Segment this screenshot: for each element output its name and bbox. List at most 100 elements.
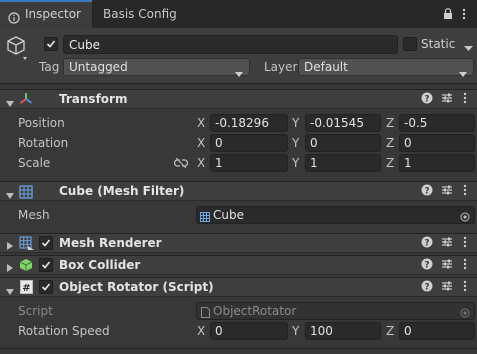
presets-icon[interactable] xyxy=(441,92,453,107)
help-icon[interactable]: ? xyxy=(421,258,433,273)
object-picker-icon[interactable] xyxy=(460,210,470,226)
tab-basis-config-label: Basis Config xyxy=(103,7,177,21)
object-rotator-title: Object Rotator (Script) xyxy=(59,280,214,294)
tab-inspector-label: Inspector xyxy=(25,7,81,21)
position-y-field[interactable]: -0.01545 xyxy=(305,114,381,132)
context-menu-icon[interactable] xyxy=(463,236,467,251)
rotation-x-field[interactable]: 0 xyxy=(210,134,288,152)
mesh-label: Mesh xyxy=(18,208,50,222)
fold-expanded-icon[interactable] xyxy=(6,96,14,110)
position-x-label: X xyxy=(197,116,206,130)
fold-expanded-icon[interactable] xyxy=(6,284,14,298)
script-file-icon xyxy=(201,306,210,322)
cube-object-icon[interactable] xyxy=(6,35,28,63)
bottom-divider xyxy=(0,348,477,349)
tag-label: Tag xyxy=(39,60,60,74)
mesh-filter-title: Cube (Mesh Filter) xyxy=(59,184,185,198)
layer-label: Layer xyxy=(264,60,298,74)
svg-text:?: ? xyxy=(424,95,429,105)
scale-z-label: Z xyxy=(386,156,395,170)
tag-value: Untagged xyxy=(69,60,128,74)
tag-dropdown[interactable]: Untagged xyxy=(63,58,250,77)
speed-y-label: Y xyxy=(292,324,300,338)
help-icon[interactable]: ? xyxy=(421,184,433,199)
help-icon[interactable]: ? xyxy=(421,236,433,251)
layer-value: Default xyxy=(304,60,348,74)
chevron-down-icon xyxy=(459,65,467,81)
mesh-field[interactable]: Cube xyxy=(196,206,475,224)
help-icon[interactable]: ? xyxy=(421,92,433,107)
position-z-label: Z xyxy=(386,116,395,130)
speed-x-field[interactable]: 0 xyxy=(210,322,288,340)
speed-z-label: Z xyxy=(386,324,395,338)
script-field: ObjectRotator xyxy=(196,302,475,320)
presets-icon[interactable] xyxy=(441,236,453,251)
mesh-renderer-enabled-checkbox[interactable] xyxy=(39,236,53,250)
info-icon xyxy=(8,8,20,24)
script-icon: # xyxy=(20,280,33,297)
name-field[interactable]: Cube xyxy=(63,35,398,54)
mesh-value: Cube xyxy=(213,208,244,222)
position-x-field[interactable]: -0.18296 xyxy=(210,114,288,132)
object-rotator-enabled-checkbox[interactable] xyxy=(39,280,53,294)
svg-text:?: ? xyxy=(424,283,429,293)
fold-collapsed-icon[interactable] xyxy=(7,239,13,253)
rotation-y-field[interactable]: 0 xyxy=(305,134,381,152)
speed-y-field[interactable]: 100 xyxy=(305,322,381,340)
box-collider-title: Box Collider xyxy=(59,258,141,272)
presets-icon[interactable] xyxy=(441,184,453,199)
active-checkbox[interactable] xyxy=(44,37,58,51)
rotation-z-label: Z xyxy=(386,136,395,150)
presets-icon[interactable] xyxy=(441,258,453,273)
scale-label: Scale xyxy=(18,156,51,170)
tab-inspector[interactable]: Inspector xyxy=(0,0,92,28)
mesh-filter-icon xyxy=(19,185,33,202)
speed-z-field[interactable]: 0 xyxy=(399,322,475,340)
static-checkbox[interactable] xyxy=(403,37,417,51)
box-collider-enabled-checkbox[interactable] xyxy=(39,258,53,272)
scale-x-field[interactable]: 1 xyxy=(210,154,288,172)
static-dropdown-icon[interactable] xyxy=(464,41,473,55)
layer-dropdown[interactable]: Default xyxy=(298,58,474,77)
svg-text:#: # xyxy=(22,283,30,294)
script-label: Script xyxy=(18,304,53,318)
script-value: ObjectRotator xyxy=(213,304,297,318)
tab-menu-icon[interactable] xyxy=(462,8,466,20)
scale-y-label: Y xyxy=(292,156,300,170)
position-y-label: Y xyxy=(292,116,300,130)
context-menu-icon[interactable] xyxy=(463,258,467,273)
static-label: Static xyxy=(421,37,456,51)
context-menu-icon[interactable] xyxy=(463,184,467,199)
svg-text:?: ? xyxy=(424,239,429,249)
chevron-down-icon xyxy=(235,65,243,81)
lock-icon[interactable] xyxy=(443,8,453,20)
presets-icon[interactable] xyxy=(441,280,453,295)
scale-x-label: X xyxy=(197,156,206,170)
fold-collapsed-icon[interactable] xyxy=(7,261,13,275)
svg-text:?: ? xyxy=(424,187,429,197)
tab-basis-config[interactable]: Basis Config xyxy=(93,0,189,28)
fold-expanded-icon[interactable] xyxy=(6,188,14,202)
object-picker-icon xyxy=(460,306,470,322)
svg-text:?: ? xyxy=(424,261,429,271)
box-collider-icon xyxy=(19,258,33,275)
link-broken-icon[interactable] xyxy=(173,157,189,172)
rotation-y-label: Y xyxy=(292,136,300,150)
rotation-label: Rotation xyxy=(18,136,69,150)
transform-icon xyxy=(19,92,33,109)
context-menu-icon[interactable] xyxy=(463,92,467,107)
rotation-x-label: X xyxy=(197,136,206,150)
transform-title: Transform xyxy=(59,92,128,106)
help-icon[interactable]: ? xyxy=(421,280,433,295)
position-z-field[interactable]: -0.5 xyxy=(399,114,475,132)
position-label: Position xyxy=(18,116,65,130)
context-menu-icon[interactable] xyxy=(463,280,467,295)
scale-y-field[interactable]: 1 xyxy=(305,154,381,172)
rotation-z-field[interactable]: 0 xyxy=(399,134,475,152)
mesh-renderer-icon xyxy=(19,236,35,254)
mesh-renderer-title: Mesh Renderer xyxy=(59,236,162,250)
scale-z-field[interactable]: 1 xyxy=(399,154,475,172)
rotation-speed-label: Rotation Speed xyxy=(18,324,110,338)
mesh-icon xyxy=(200,210,210,226)
speed-x-label: X xyxy=(197,324,206,338)
